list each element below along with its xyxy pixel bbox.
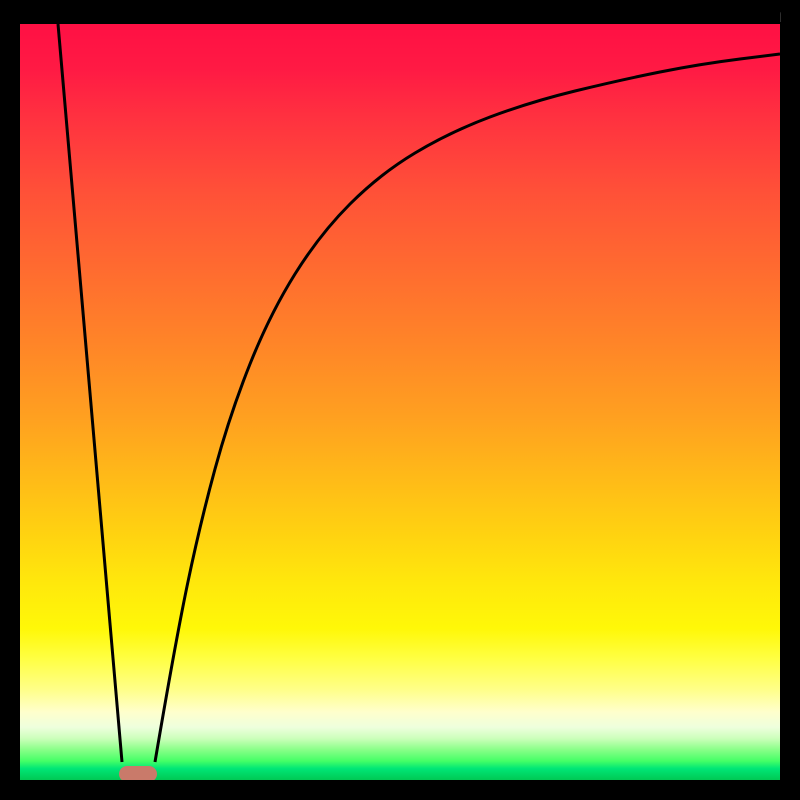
chart-frame — [20, 0, 780, 780]
plot-area — [20, 24, 780, 780]
right-curve-path — [155, 54, 780, 762]
marker-pill — [119, 766, 157, 780]
curve-layer — [20, 24, 780, 780]
left-slope-path — [58, 24, 122, 762]
